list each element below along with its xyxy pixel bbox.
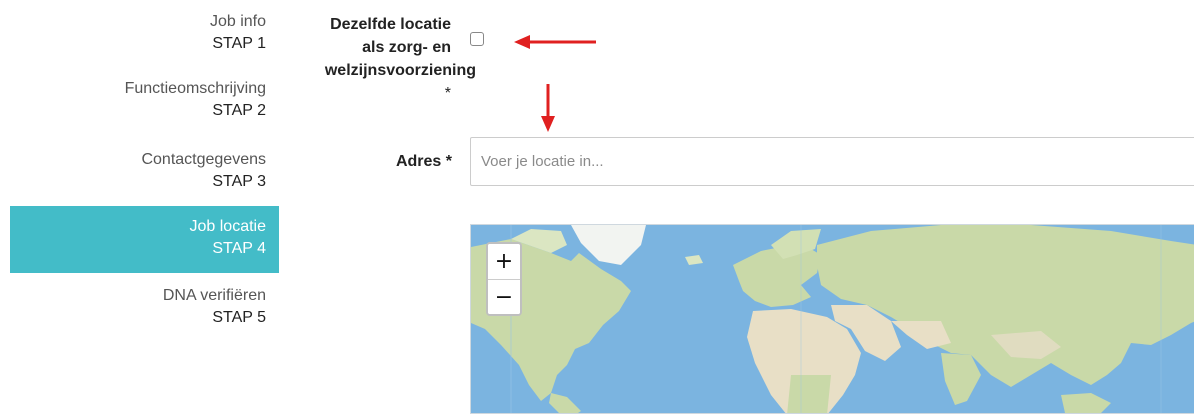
step-name: DNA verifiëren: [162, 287, 266, 304]
annotation-arrow-left-icon: [514, 35, 596, 49]
map[interactable]: + −: [470, 224, 1194, 414]
step-name: Job info: [209, 13, 266, 30]
map-zoom-control: + −: [486, 242, 522, 316]
world-map-tiles: [471, 225, 1194, 413]
step-number: STAP 3: [212, 173, 266, 190]
same-location-label-line3: welzijnsvoorziening: [324, 62, 476, 79]
step-contactgegevens[interactable]: Contactgegevens STAP 3: [10, 136, 279, 206]
step-name: Job locatie: [189, 218, 267, 235]
address-input[interactable]: [470, 137, 1194, 186]
same-location-checkbox[interactable]: [470, 32, 484, 46]
annotation-arrow-down-icon: [541, 84, 555, 132]
step-name: Contactgegevens: [141, 151, 266, 168]
step-number: STAP 2: [212, 102, 266, 119]
step-job-info[interactable]: Job info STAP 1: [10, 0, 279, 66]
step-number: STAP 4: [212, 240, 266, 257]
step-name: Functieomschrijving: [124, 80, 266, 97]
step-job-locatie[interactable]: Job locatie STAP 4: [10, 206, 279, 273]
address-label: Adres *: [395, 153, 452, 170]
same-location-label-line2: als zorg- en: [362, 39, 451, 56]
zoom-out-button[interactable]: −: [488, 279, 520, 314]
step-functieomschrijving[interactable]: Functieomschrijving STAP 2: [10, 66, 279, 136]
step-number: STAP 5: [212, 309, 266, 326]
step-dna-verifieren[interactable]: DNA verifiëren STAP 5: [10, 273, 279, 340]
same-location-label: Dezelfde locatie als zorg- en welzijnsvo…: [282, 13, 476, 105]
zoom-in-button[interactable]: +: [488, 244, 520, 279]
required-mark: *: [444, 85, 451, 102]
step-number: STAP 1: [212, 35, 266, 52]
same-location-label-line1: Dezelfde locatie: [330, 16, 451, 33]
